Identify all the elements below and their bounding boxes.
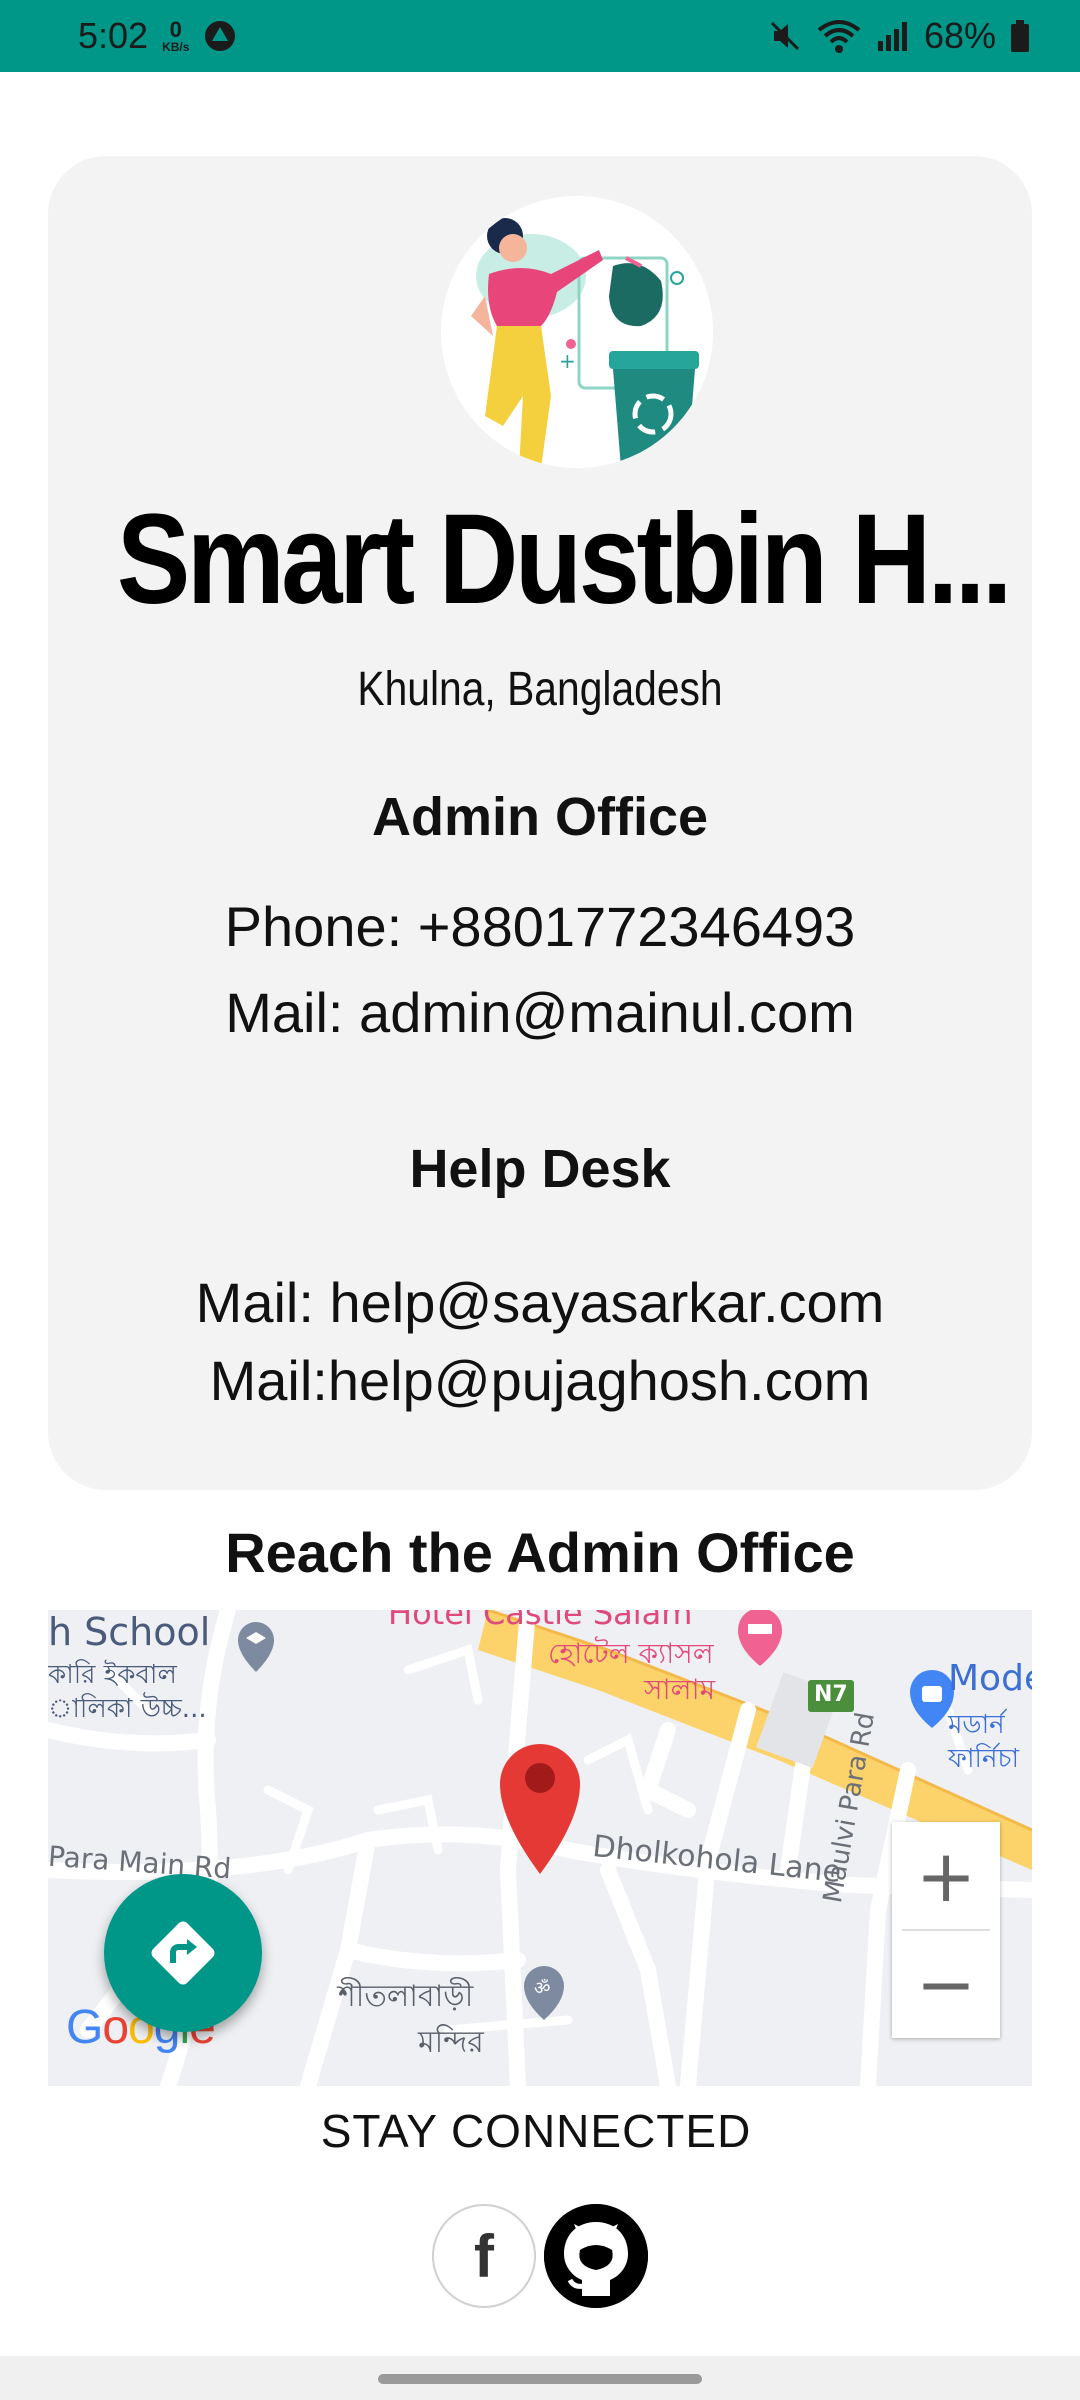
zoom-in-button[interactable]: +: [892, 1822, 1000, 1930]
vpn-icon: [205, 21, 236, 51]
net-speed: 0 KB/s: [162, 17, 190, 54]
zoom-controls: + −: [892, 1822, 1000, 2038]
map-label-temple-bn-1: শীতলাবাড়ী: [338, 1979, 474, 2014]
status-time: 5:02: [78, 15, 149, 56]
help-mail-1[interactable]: Mail: help@sayasarkar.com: [48, 1270, 1032, 1335]
status-right: 68%: [768, 15, 1030, 57]
home-gesture-handle[interactable]: [378, 2374, 702, 2384]
svg-text:+: +: [559, 349, 576, 373]
admin-office-heading: Admin Office: [371, 787, 709, 847]
github-button[interactable]: [544, 2204, 648, 2308]
net-speed-value: 0: [169, 17, 182, 42]
map-label-n7: N7: [814, 1682, 848, 1707]
info-card: + Smart Dustbin H... Khulna, Bangladesh …: [48, 156, 1032, 1490]
facebook-button[interactable]: f: [432, 2204, 536, 2308]
help-mail-2[interactable]: Mail:help@pujaghosh.com: [48, 1348, 1032, 1413]
navigation-bar: [0, 2356, 1080, 2400]
zoom-out-button[interactable]: −: [892, 1930, 1000, 2038]
app-title: Smart Dustbin H...: [116, 488, 1013, 631]
wifi-icon: [817, 20, 861, 53]
map-label-modern-bn-2: ফার্নিচা: [948, 1744, 1020, 1774]
location-text: Khulna, Bangladesh: [357, 663, 723, 716]
facebook-icon: f: [474, 2222, 494, 2290]
svg-text:ॐ: ॐ: [534, 1978, 550, 1999]
net-speed-unit: KB/s: [162, 40, 190, 54]
directions-button[interactable]: [104, 1874, 262, 2032]
battery-icon: [1011, 20, 1029, 52]
map-label-temple-bn-2: মন্দির: [418, 2025, 484, 2060]
map-label-school: h School: [48, 1610, 211, 1654]
admin-phone[interactable]: Phone: +8801772346493: [48, 894, 1032, 959]
status-bar: 5:02 0 KB/s 68%: [0, 0, 1080, 72]
directions-icon: [151, 1921, 215, 1985]
map-label-school-bn-2: ালিকা উচ্চ...: [48, 1694, 207, 1724]
mute-icon: [770, 21, 799, 51]
status-left: 5:02 0 KB/s: [78, 15, 237, 57]
admin-mail[interactable]: Mail: admin@mainul.com: [48, 980, 1032, 1045]
battery-percent: 68%: [923, 15, 996, 56]
reach-admin-office-title: Reach the Admin Office: [225, 1521, 855, 1584]
stay-connected-label: STAY CONNECTED: [320, 2105, 752, 2157]
github-icon: [544, 2204, 648, 2308]
help-desk-heading: Help Desk: [409, 1139, 671, 1199]
map-label-hotel-bn-2: সালাম: [644, 1673, 716, 1706]
app-logo-illustration: +: [441, 196, 713, 468]
map-label-hotel: Hotel Castle Salam: [388, 1610, 693, 1632]
map-label-modern: Mode: [948, 1658, 1032, 1699]
signal-icon: [877, 22, 907, 51]
